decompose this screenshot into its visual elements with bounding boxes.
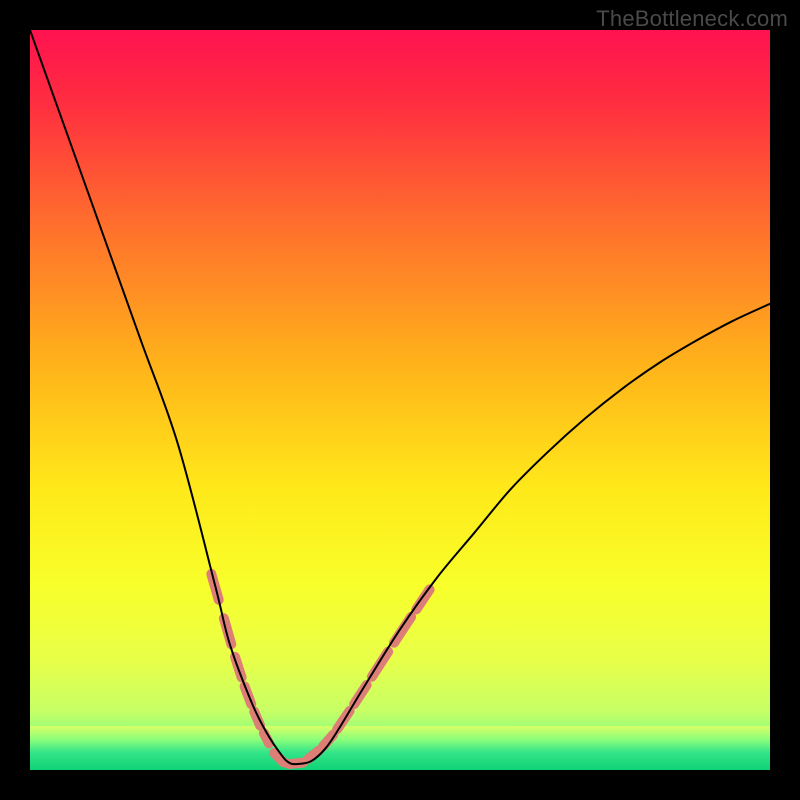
chart-stage: TheBottleneck.com — [0, 0, 800, 800]
highlight-dash — [416, 589, 429, 609]
watermark-text: TheBottleneck.com — [596, 6, 788, 32]
highlight-dash — [394, 617, 411, 643]
plot-area — [30, 30, 770, 770]
bottleneck-curve — [30, 30, 770, 764]
highlight-dash — [372, 652, 388, 677]
curve-layer — [30, 30, 770, 770]
highlight-dash — [224, 618, 231, 644]
